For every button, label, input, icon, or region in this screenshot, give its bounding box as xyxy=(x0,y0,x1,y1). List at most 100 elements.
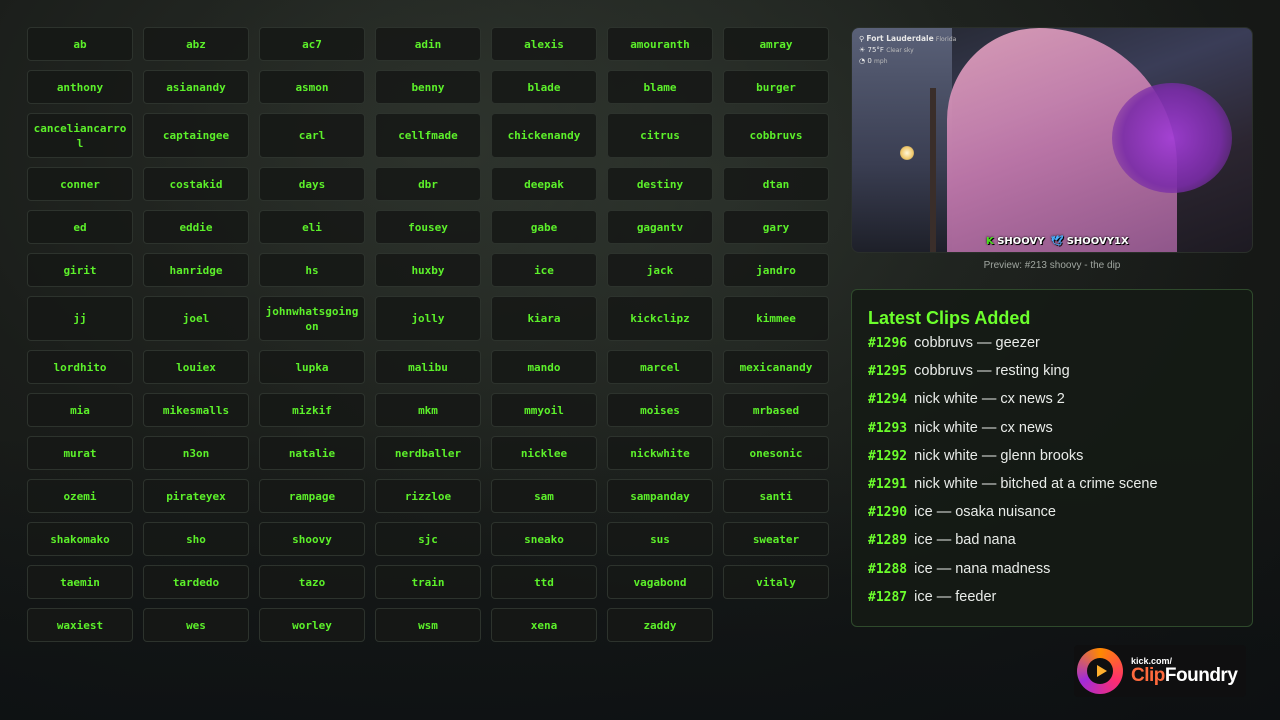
streamer-button[interactable]: girit xyxy=(27,253,133,287)
streamer-button[interactable]: train xyxy=(375,565,481,599)
streamer-button[interactable]: gabe xyxy=(491,210,597,244)
streamer-button[interactable]: rampage xyxy=(259,479,365,513)
streamer-button[interactable]: mando xyxy=(491,350,597,384)
streamer-button[interactable]: fousey xyxy=(375,210,481,244)
streamer-button[interactable]: moises xyxy=(607,393,713,427)
streamer-button[interactable]: nerdballer xyxy=(375,436,481,470)
streamer-button[interactable]: rizzloe xyxy=(375,479,481,513)
streamer-button[interactable]: natalie xyxy=(259,436,365,470)
streamer-button[interactable]: gary xyxy=(723,210,829,244)
streamer-button[interactable]: lordhito xyxy=(27,350,133,384)
streamer-button[interactable]: mrbased xyxy=(723,393,829,427)
streamer-button[interactable]: kimmee xyxy=(723,296,829,341)
streamer-button[interactable]: malibu xyxy=(375,350,481,384)
streamer-button[interactable]: eddie xyxy=(143,210,249,244)
streamer-button[interactable]: kickclipz xyxy=(607,296,713,341)
streamer-button[interactable]: joel xyxy=(143,296,249,341)
streamer-button[interactable]: conner xyxy=(27,167,133,201)
streamer-button[interactable]: pirateyex xyxy=(143,479,249,513)
streamer-button[interactable]: blade xyxy=(491,70,597,104)
streamer-button[interactable]: mikesmalls xyxy=(143,393,249,427)
streamer-button[interactable]: asianandy xyxy=(143,70,249,104)
streamer-button[interactable]: costakid xyxy=(143,167,249,201)
streamer-button[interactable]: hs xyxy=(259,253,365,287)
streamer-button[interactable]: hanridge xyxy=(143,253,249,287)
streamer-button[interactable]: burger xyxy=(723,70,829,104)
streamer-button[interactable]: johnwhatsgoingon xyxy=(259,296,365,341)
streamer-button[interactable]: murat xyxy=(27,436,133,470)
streamer-button[interactable]: worley xyxy=(259,608,365,642)
streamer-button[interactable]: sjc xyxy=(375,522,481,556)
clip-list-item[interactable]: #1289 ice — bad nana xyxy=(868,532,1236,560)
streamer-button[interactable]: chickenandy xyxy=(491,113,597,158)
streamer-button[interactable]: eli xyxy=(259,210,365,244)
streamer-button[interactable]: huxby xyxy=(375,253,481,287)
streamer-button[interactable]: zaddy xyxy=(607,608,713,642)
streamer-button[interactable]: tardedo xyxy=(143,565,249,599)
streamer-button[interactable]: shoovy xyxy=(259,522,365,556)
streamer-button[interactable]: mmyoil xyxy=(491,393,597,427)
streamer-button[interactable]: amouranth xyxy=(607,27,713,61)
streamer-button[interactable]: anthony xyxy=(27,70,133,104)
streamer-button[interactable]: gagantv xyxy=(607,210,713,244)
streamer-button[interactable]: alexis xyxy=(491,27,597,61)
streamer-button[interactable]: mia xyxy=(27,393,133,427)
streamer-button[interactable]: jolly xyxy=(375,296,481,341)
streamer-button[interactable]: cobbruvs xyxy=(723,113,829,158)
clip-list-item[interactable]: #1293 nick white — cx news xyxy=(868,420,1236,448)
streamer-button[interactable]: vitaly xyxy=(723,565,829,599)
streamer-button[interactable]: shakomako xyxy=(27,522,133,556)
streamer-button[interactable]: kiara xyxy=(491,296,597,341)
streamer-button[interactable]: benny xyxy=(375,70,481,104)
streamer-button[interactable]: citrus xyxy=(607,113,713,158)
clip-list-item[interactable]: #1287 ice — feeder xyxy=(868,589,1236,617)
clipfoundry-logo[interactable]: kick.com/ ClipFoundry xyxy=(1074,645,1246,697)
streamer-button[interactable]: nickwhite xyxy=(607,436,713,470)
streamer-button[interactable]: ttd xyxy=(491,565,597,599)
streamer-button[interactable]: santi xyxy=(723,479,829,513)
streamer-button[interactable]: sweater xyxy=(723,522,829,556)
clip-list-item[interactable]: #1292 nick white — glenn brooks xyxy=(868,448,1236,476)
streamer-button[interactable]: abz xyxy=(143,27,249,61)
streamer-button[interactable]: jj xyxy=(27,296,133,341)
streamer-button[interactable]: sam xyxy=(491,479,597,513)
streamer-button[interactable]: jandro xyxy=(723,253,829,287)
streamer-button[interactable]: ozemi xyxy=(27,479,133,513)
streamer-button[interactable]: nicklee xyxy=(491,436,597,470)
streamer-button[interactable]: tazo xyxy=(259,565,365,599)
streamer-button[interactable]: taemin xyxy=(27,565,133,599)
streamer-button[interactable]: sho xyxy=(143,522,249,556)
streamer-button[interactable]: wsm xyxy=(375,608,481,642)
streamer-button[interactable]: dtan xyxy=(723,167,829,201)
streamer-button[interactable]: mizkif xyxy=(259,393,365,427)
clip-list-item[interactable]: #1294 nick white — cx news 2 xyxy=(868,391,1236,419)
streamer-button[interactable]: cellfmade xyxy=(375,113,481,158)
clip-list-item[interactable]: #1296 cobbruvs — geezer xyxy=(868,335,1236,363)
clip-list-item[interactable]: #1295 cobbruvs — resting king xyxy=(868,363,1236,391)
streamer-button[interactable]: n3on xyxy=(143,436,249,470)
streamer-button[interactable]: asmon xyxy=(259,70,365,104)
streamer-button[interactable]: lupka xyxy=(259,350,365,384)
streamer-button[interactable]: louiex xyxy=(143,350,249,384)
streamer-button[interactable]: ab xyxy=(27,27,133,61)
streamer-button[interactable]: onesonic xyxy=(723,436,829,470)
streamer-button[interactable]: ice xyxy=(491,253,597,287)
streamer-button[interactable]: ac7 xyxy=(259,27,365,61)
streamer-button[interactable]: waxiest xyxy=(27,608,133,642)
streamer-button[interactable]: mexicanandy xyxy=(723,350,829,384)
streamer-button[interactable]: sus xyxy=(607,522,713,556)
streamer-button[interactable]: ed xyxy=(27,210,133,244)
streamer-button[interactable]: sneako xyxy=(491,522,597,556)
streamer-button[interactable]: sampanday xyxy=(607,479,713,513)
clip-preview-video[interactable]: ⚲ Fort Lauderdale Florida ☀ 75°F Clear s… xyxy=(851,27,1253,253)
streamer-button[interactable]: destiny xyxy=(607,167,713,201)
streamer-button[interactable]: jack xyxy=(607,253,713,287)
streamer-button[interactable]: days xyxy=(259,167,365,201)
streamer-button[interactable]: adin xyxy=(375,27,481,61)
streamer-button[interactable]: canceliancarrol xyxy=(27,113,133,158)
clip-list-item[interactable]: #1291 nick white — bitched at a crime sce… xyxy=(868,476,1236,504)
streamer-button[interactable]: blame xyxy=(607,70,713,104)
clip-list-item[interactable]: #1288 ice — nana madness xyxy=(868,561,1236,589)
streamer-button[interactable]: dbr xyxy=(375,167,481,201)
streamer-button[interactable]: xena xyxy=(491,608,597,642)
